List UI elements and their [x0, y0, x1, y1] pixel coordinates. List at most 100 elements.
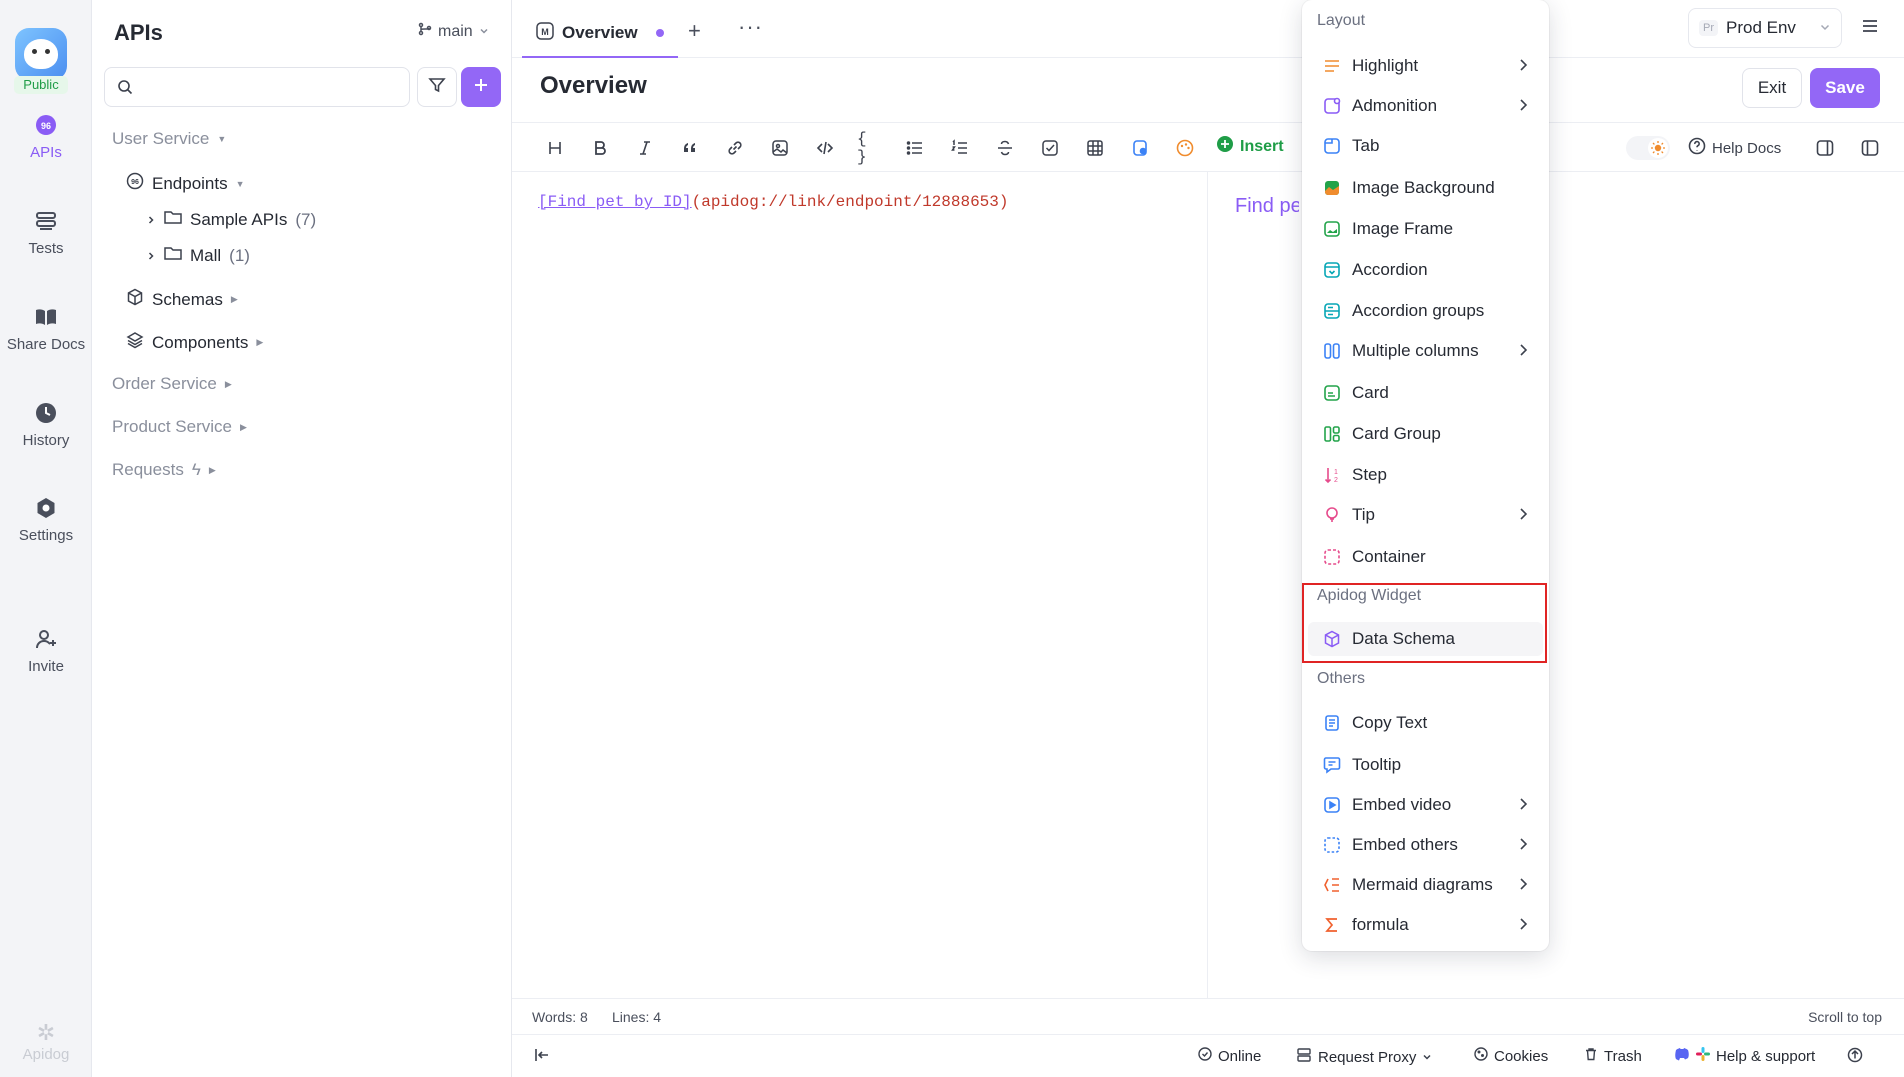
cookies-button[interactable]: Cookies	[1474, 1047, 1548, 1065]
tree-requests[interactable]: Requests ϟ ▶	[112, 460, 216, 480]
line-count: Lines: 4	[612, 1009, 662, 1025]
rail-item-settings[interactable]: Settings	[0, 495, 92, 544]
lightning-icon: ϟ	[191, 460, 201, 479]
bold-icon[interactable]	[587, 135, 613, 161]
chevron-right-icon	[1517, 97, 1529, 118]
chevron-right-icon	[1517, 342, 1529, 363]
main-menu-button[interactable]	[1850, 8, 1890, 48]
exit-button[interactable]: Exit	[1742, 68, 1802, 108]
tree-user-service[interactable]: User Service ▼	[112, 129, 226, 149]
bullet-list-icon[interactable]	[902, 135, 928, 161]
task-list-icon[interactable]	[1037, 135, 1063, 161]
sidebar-toggle-icon[interactable]	[1857, 135, 1883, 161]
menu-item-embed-video[interactable]: Embed video	[1308, 788, 1543, 822]
highlight-icon	[1322, 56, 1342, 76]
palette-icon[interactable]	[1172, 135, 1198, 161]
columns-icon	[1322, 341, 1342, 361]
menu-item-accordion[interactable]: Accordion	[1308, 253, 1543, 287]
tree-folder-sample-apis[interactable]: Sample APIs (7)	[146, 209, 316, 230]
scroll-to-top-link[interactable]: Scroll to top	[1808, 1009, 1882, 1025]
sun-icon	[1648, 138, 1668, 158]
search-box[interactable]	[104, 67, 410, 107]
plus-circle-icon	[1216, 135, 1234, 158]
new-tab-button[interactable]: +	[688, 18, 701, 44]
preview-link[interactable]: Find pet by ID	[1235, 195, 1299, 218]
menu-item-image-frame[interactable]: Image Frame	[1308, 212, 1543, 246]
help-docs-label: Help Docs	[1712, 139, 1782, 157]
search-input[interactable]	[143, 76, 393, 98]
rail-item-history[interactable]: History	[0, 400, 92, 449]
help-support-button[interactable]: Help & support	[1674, 1047, 1815, 1065]
collapse-sidebar-button[interactable]	[534, 1047, 550, 1067]
project-avatar[interactable]	[15, 28, 67, 80]
tree-product-service[interactable]: Product Service ▶	[112, 417, 247, 437]
online-status[interactable]: Online	[1198, 1047, 1261, 1065]
save-button[interactable]: Save	[1810, 68, 1880, 108]
rail-item-tests[interactable]: Tests	[0, 208, 92, 257]
menu-item-tip[interactable]: Tip	[1308, 498, 1543, 532]
theme-toggle[interactable]	[1626, 136, 1670, 160]
strikethrough-icon[interactable]	[992, 135, 1018, 161]
history-icon	[33, 400, 59, 426]
tree-folder-mall[interactable]: Mall (1)	[146, 245, 250, 266]
heading-icon[interactable]	[542, 135, 568, 161]
help-docs-link[interactable]: Help Docs	[1688, 137, 1781, 159]
menu-item-tab[interactable]: Tab	[1308, 129, 1543, 163]
filter-button[interactable]	[417, 67, 457, 107]
apis-icon: 96	[33, 112, 59, 138]
menu-item-formula[interactable]: formula	[1308, 908, 1543, 942]
image-icon[interactable]	[767, 135, 793, 161]
italic-icon[interactable]	[632, 135, 658, 161]
tree-order-service[interactable]: Order Service ▶	[112, 374, 232, 394]
menu-item-image-background[interactable]: Image Background	[1308, 171, 1543, 205]
upload-button[interactable]	[1847, 1047, 1863, 1067]
rail-item-share-docs[interactable]: Share Docs	[0, 304, 92, 353]
menu-item-admonition[interactable]: Admonition	[1308, 89, 1543, 123]
add-button[interactable]	[461, 67, 501, 107]
env-prefix: Pr	[1699, 20, 1718, 36]
plus-icon	[472, 76, 490, 99]
menu-item-embed-others[interactable]: Embed others	[1308, 828, 1543, 862]
menu-item-multiple-columns[interactable]: Multiple columns	[1308, 334, 1543, 368]
ordered-list-icon[interactable]	[947, 135, 973, 161]
svg-text:M: M	[541, 27, 549, 37]
editor-link-text[interactable]: [Find pet by ID]	[538, 193, 692, 211]
tree-schemas[interactable]: Schemas ▶	[126, 288, 238, 311]
menu-item-card-group[interactable]: Card Group	[1308, 417, 1543, 451]
pane-divider[interactable]	[1207, 172, 1208, 998]
chevron-right-icon	[146, 246, 156, 266]
menu-item-accordion-groups[interactable]: Accordion groups	[1308, 294, 1543, 328]
request-proxy-selector[interactable]: Request Proxy	[1296, 1047, 1432, 1067]
more-tabs-button[interactable]: ···	[738, 14, 763, 40]
link-icon[interactable]	[722, 135, 748, 161]
menu-item-step[interactable]: 12 Step	[1308, 458, 1543, 492]
menu-item-highlight[interactable]: Highlight	[1308, 49, 1543, 83]
apidog-logo-icon: ✲	[36, 1020, 56, 1045]
component-icon[interactable]	[1127, 135, 1153, 161]
rail-item-invite[interactable]: Invite	[0, 626, 92, 675]
insert-button[interactable]: Insert	[1216, 135, 1284, 158]
menu-item-card[interactable]: Card	[1308, 376, 1543, 410]
markdown-editor[interactable]: [Find pet by ID](apidog://link/endpoint/…	[538, 193, 1008, 211]
quote-icon[interactable]	[677, 135, 703, 161]
arrow-up-circle-icon	[1847, 1047, 1863, 1067]
menu-item-container[interactable]: Container	[1308, 540, 1543, 574]
menu-item-tooltip[interactable]: Tooltip	[1308, 748, 1543, 782]
trash-button[interactable]: Trash	[1584, 1047, 1642, 1065]
doc-title[interactable]: Overview	[540, 72, 647, 100]
tree-endpoints[interactable]: 96 Endpoints ▼	[126, 172, 245, 195]
code-icon[interactable]	[812, 135, 838, 161]
rail-item-apis[interactable]: 96 APIs	[0, 112, 92, 161]
endpoints-icon: 96	[126, 172, 144, 195]
chevron-down-icon	[1422, 1049, 1432, 1066]
tree-components[interactable]: Components ▶	[126, 331, 263, 354]
code-block-icon[interactable]: { }	[857, 130, 883, 166]
tab-overview[interactable]: M Overview	[522, 10, 678, 58]
insert-label: Insert	[1240, 137, 1284, 155]
split-view-icon[interactable]	[1812, 135, 1838, 161]
menu-item-copy-text[interactable]: Copy Text	[1308, 706, 1543, 740]
branch-selector[interactable]: main	[418, 22, 489, 41]
table-icon[interactable]	[1082, 135, 1108, 161]
menu-item-mermaid-diagrams[interactable]: Mermaid diagrams	[1308, 868, 1543, 902]
environment-selector[interactable]: Pr Prod Env	[1688, 8, 1842, 48]
